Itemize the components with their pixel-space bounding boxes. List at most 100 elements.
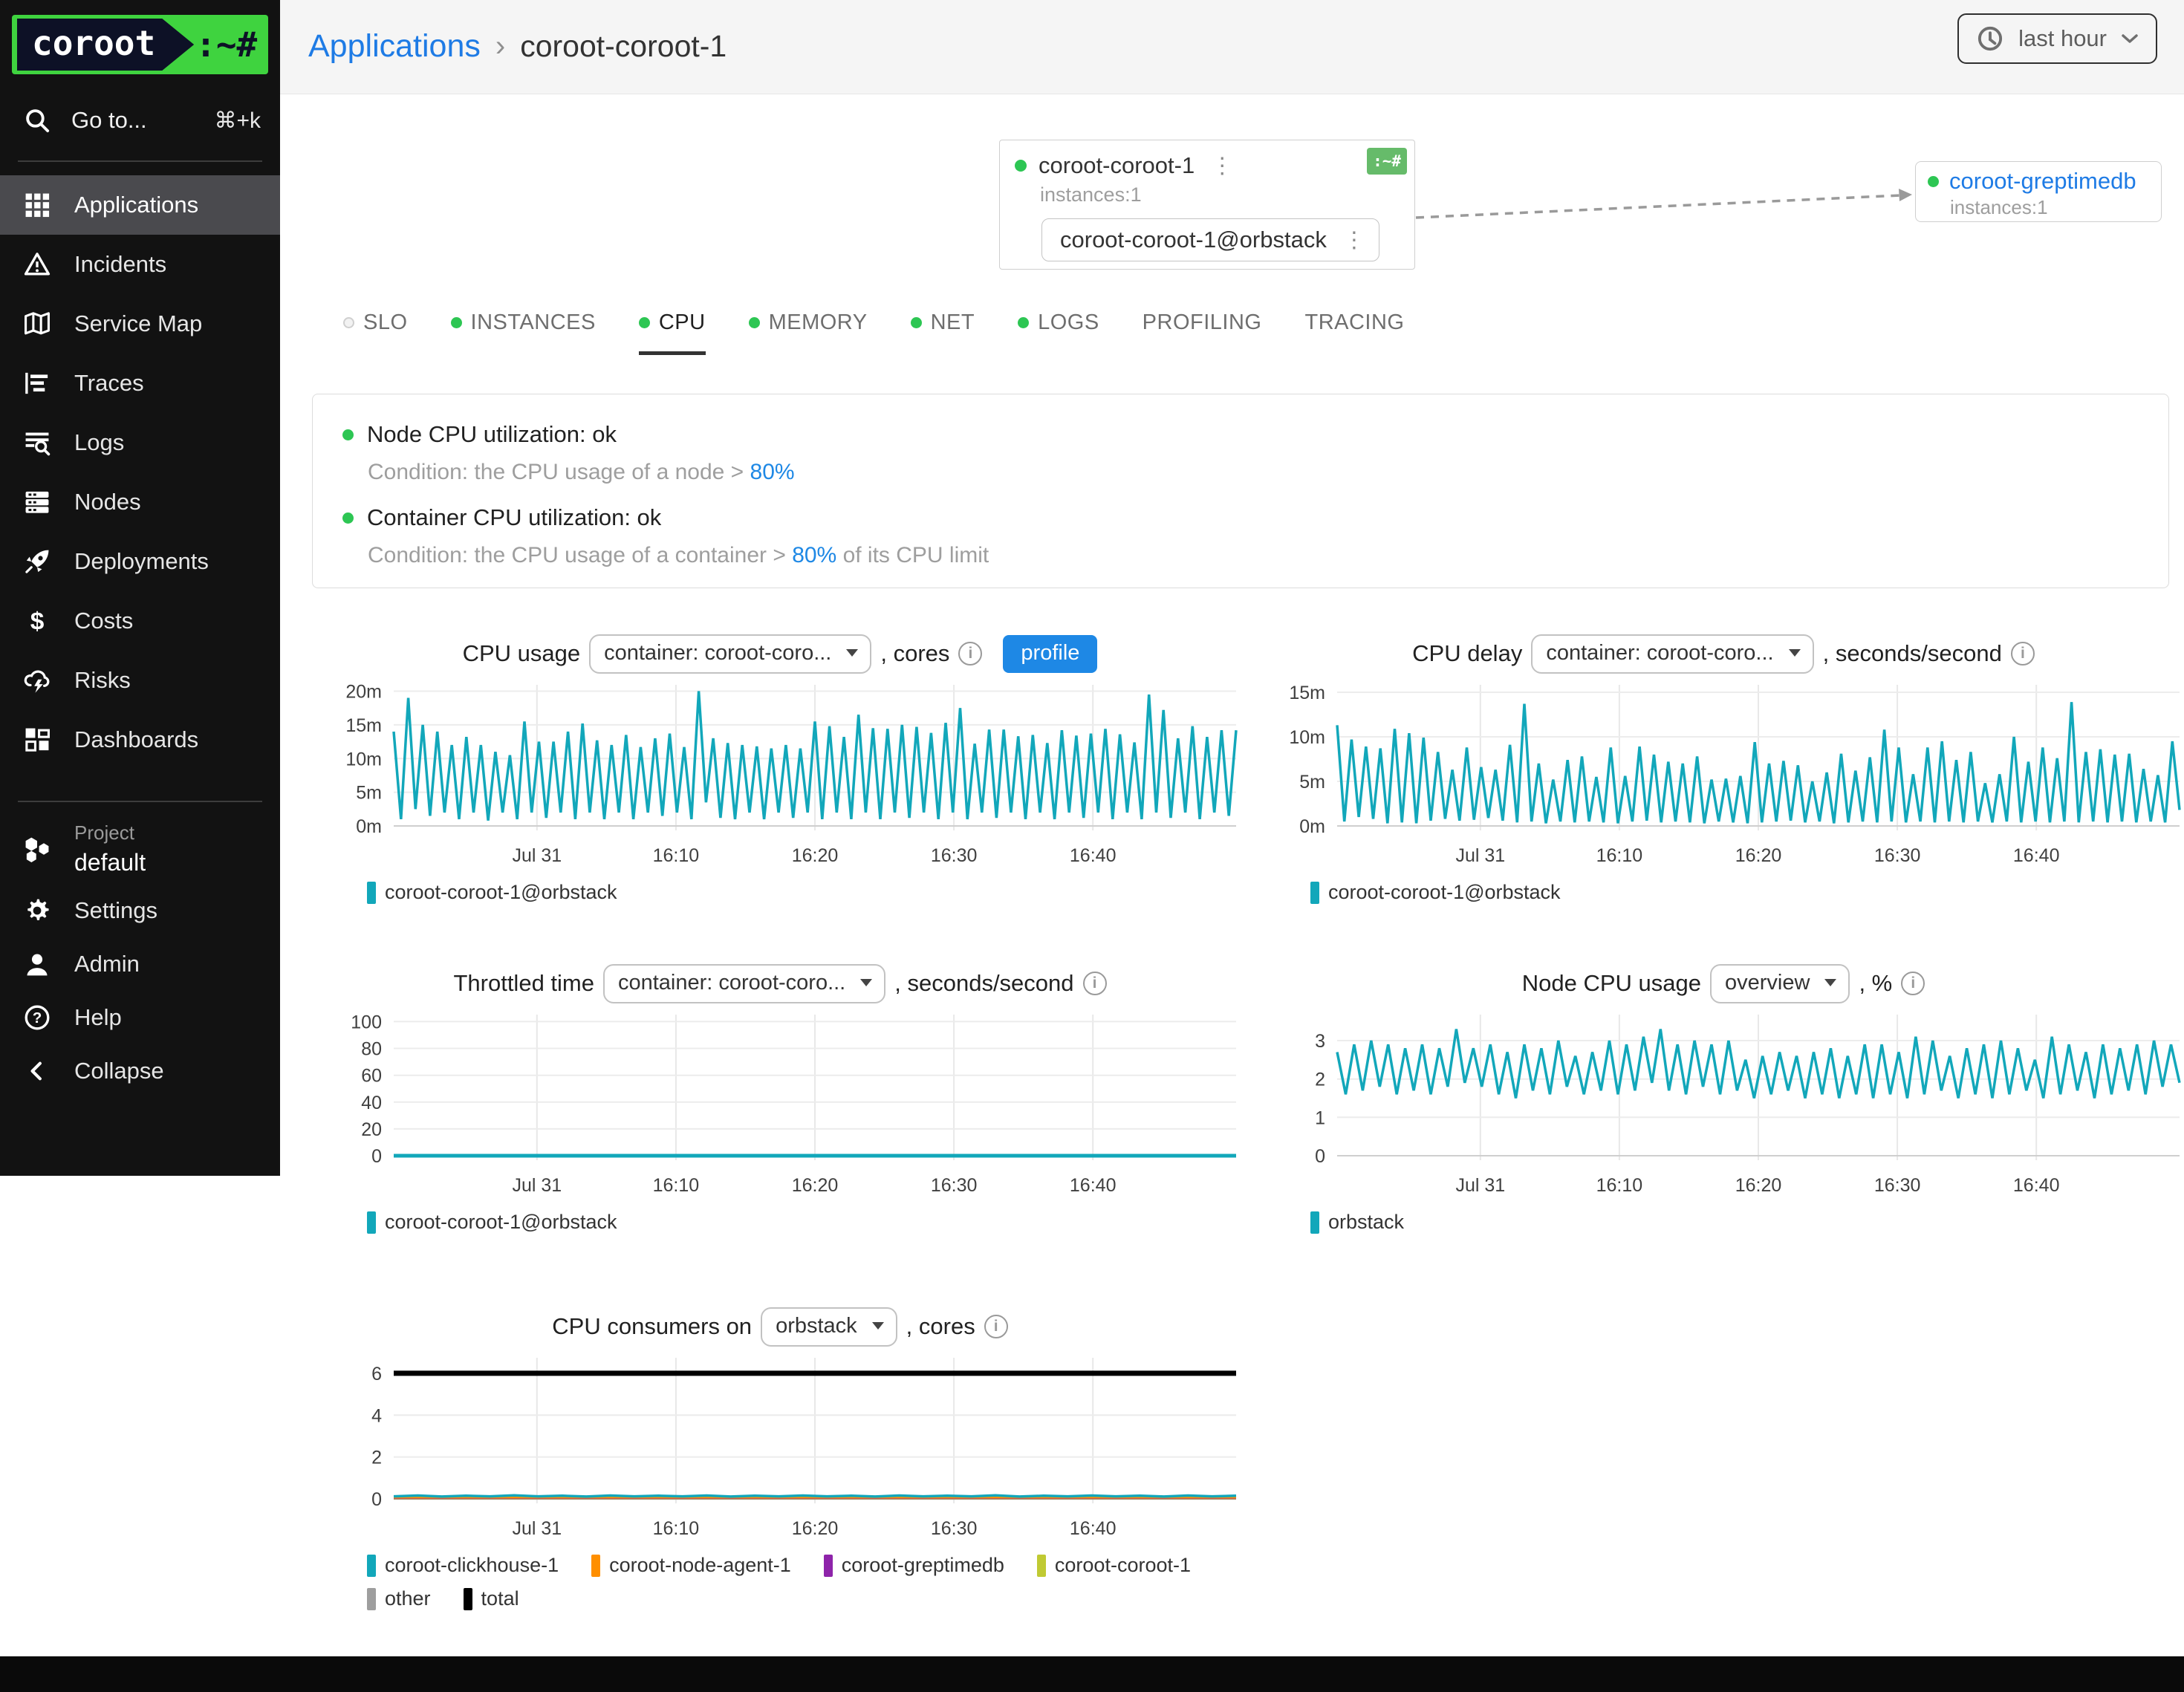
kebab-menu-icon[interactable]: ⋮ bbox=[1206, 153, 1238, 179]
tab-status-dot-gray bbox=[343, 317, 354, 328]
series-selector-dropdown[interactable]: container: coroot-coro... bbox=[589, 634, 871, 674]
sidebar-item-admin[interactable]: Admin bbox=[0, 937, 280, 991]
sidebar-item-nodes[interactable]: Nodes bbox=[0, 472, 280, 532]
check-condition: Condition: the CPU usage of a container … bbox=[368, 543, 2139, 568]
node-selector-dropdown[interactable]: orbstack bbox=[761, 1307, 897, 1347]
legend-item-coroot-clickhouse-1[interactable]: coroot-clickhouse-1 bbox=[367, 1554, 559, 1577]
chart-title: CPU consumers on bbox=[552, 1313, 752, 1340]
tab-net[interactable]: NET bbox=[911, 310, 975, 355]
sidebar-item-incidents[interactable]: Incidents bbox=[0, 235, 280, 294]
svg-text:16:20: 16:20 bbox=[1735, 1175, 1782, 1196]
svg-text:15m: 15m bbox=[345, 715, 382, 736]
tab-label: LOGS bbox=[1038, 310, 1099, 335]
series-selector-dropdown[interactable]: container: coroot-coro... bbox=[1531, 634, 1813, 674]
tab-memory[interactable]: MEMORY bbox=[749, 310, 868, 355]
tab-tracing[interactable]: TRACING bbox=[1304, 310, 1404, 355]
condition-text: Condition: the CPU usage of a node > bbox=[368, 460, 750, 484]
breadcrumb-applications-link[interactable]: Applications bbox=[308, 28, 481, 65]
series-selector-dropdown[interactable]: container: coroot-coro... bbox=[603, 964, 885, 1003]
tab-slo[interactable]: SLO bbox=[343, 310, 408, 355]
instances-count: instances:1 bbox=[1040, 183, 1400, 206]
legend-item-total[interactable]: total bbox=[464, 1587, 519, 1610]
time-range-label: last hour bbox=[2018, 25, 2107, 52]
tab-status-dot-green bbox=[639, 317, 650, 328]
sidebar: coroot :~# Go to... ⌘+k Applications Inci… bbox=[0, 0, 280, 1176]
admin-user-icon bbox=[22, 949, 52, 979]
service-map-app-card[interactable]: coroot-coroot-1 ⋮ :~# instances:1 coroot… bbox=[999, 140, 1415, 270]
chart-legend: orbstack bbox=[1310, 1211, 2184, 1234]
sidebar-item-risks[interactable]: Risks bbox=[0, 651, 280, 710]
chart-plot: Jul 3116:1016:2016:3016:40020406080100 bbox=[319, 1007, 1241, 1199]
legend-item-orbstack[interactable]: orbstack bbox=[1310, 1211, 1404, 1234]
svg-text:16:30: 16:30 bbox=[931, 845, 978, 866]
svg-text:16:40: 16:40 bbox=[2013, 1175, 2060, 1196]
sidebar-item-traces[interactable]: Traces bbox=[0, 354, 280, 413]
time-range-picker[interactable]: last hour bbox=[1957, 13, 2157, 64]
legend-swatch bbox=[1310, 1211, 1319, 1234]
svg-text:6: 6 bbox=[371, 1364, 382, 1384]
status-dot-green bbox=[1015, 160, 1027, 172]
legend-swatch bbox=[367, 1555, 376, 1577]
sidebar-item-project[interactable]: Project default bbox=[0, 802, 280, 884]
legend-swatch bbox=[367, 882, 376, 904]
info-icon[interactable]: i bbox=[2011, 642, 2035, 666]
caret-down-icon bbox=[1789, 649, 1801, 657]
service-map-icon bbox=[22, 309, 52, 339]
sidebar-item-collapse[interactable]: Collapse bbox=[0, 1044, 280, 1098]
sidebar-item-logs[interactable]: Logs bbox=[0, 413, 280, 472]
settings-gear-icon bbox=[22, 896, 52, 925]
legend-item-other[interactable]: other bbox=[367, 1587, 431, 1610]
tab-status-dot-green bbox=[911, 317, 922, 328]
breadcrumb-current: coroot-coroot-1 bbox=[520, 29, 727, 64]
sidebar-item-applications[interactable]: Applications bbox=[0, 175, 280, 235]
dashboards-icon bbox=[22, 725, 52, 755]
legend-item-coroot-coroot-1-orbstack[interactable]: coroot-coroot-1@orbstack bbox=[367, 881, 617, 904]
info-icon[interactable]: i bbox=[1901, 972, 1925, 995]
svg-text:16:40: 16:40 bbox=[1070, 845, 1117, 866]
legend-item-coroot-node-agent-1[interactable]: coroot-node-agent-1 bbox=[591, 1554, 791, 1577]
svg-text:?: ? bbox=[33, 1009, 42, 1026]
svg-text:16:10: 16:10 bbox=[1596, 845, 1643, 866]
sidebar-item-label: Applications bbox=[74, 192, 198, 218]
coroot-badge: :~# bbox=[1367, 148, 1407, 175]
legend-item-coroot-greptimedb[interactable]: coroot-greptimedb bbox=[824, 1554, 1004, 1577]
tab-logs[interactable]: LOGS bbox=[1018, 310, 1099, 355]
tab-instances[interactable]: INSTANCES bbox=[451, 310, 596, 355]
info-icon[interactable]: i bbox=[1083, 972, 1107, 995]
legend-swatch bbox=[367, 1588, 376, 1610]
chart-title: CPU usage bbox=[463, 640, 581, 667]
legend-item-coroot-coroot-1-orbstack[interactable]: coroot-coroot-1@orbstack bbox=[367, 1211, 617, 1234]
legend-item-coroot-coroot-1[interactable]: coroot-coroot-1 bbox=[1037, 1554, 1191, 1577]
info-icon[interactable]: i bbox=[984, 1315, 1008, 1338]
sidebar-item-costs[interactable]: $Costs bbox=[0, 591, 280, 651]
info-icon[interactable]: i bbox=[958, 642, 982, 666]
tab-profiling[interactable]: PROFILING bbox=[1143, 310, 1262, 355]
chart-cpu-usage: CPU usage container: coroot-coro... , co… bbox=[319, 633, 1241, 904]
goto-label: Go to... bbox=[71, 107, 195, 134]
goto-search[interactable]: Go to... ⌘+k bbox=[22, 105, 261, 135]
app-name: coroot-coroot-1 bbox=[1039, 152, 1195, 179]
project-name: default bbox=[74, 849, 146, 876]
check-title: Container CPU utilization: ok bbox=[367, 504, 661, 531]
upstream-app-link[interactable]: coroot-greptimedb bbox=[1949, 168, 2136, 195]
sidebar-item-settings[interactable]: Settings bbox=[0, 884, 280, 937]
threshold-link[interactable]: 80% bbox=[792, 543, 836, 567]
sidebar-item-label: Incidents bbox=[74, 251, 166, 278]
legend-item-coroot-coroot-1-orbstack[interactable]: coroot-coroot-1@orbstack bbox=[1310, 881, 1561, 904]
deployments-rocket-icon bbox=[22, 547, 52, 576]
profile-button[interactable]: profile bbox=[1003, 635, 1097, 673]
sidebar-item-deployments[interactable]: Deployments bbox=[0, 532, 280, 591]
sidebar-item-dashboards[interactable]: Dashboards bbox=[0, 710, 280, 769]
threshold-link[interactable]: 80% bbox=[750, 460, 795, 484]
series-selector-dropdown[interactable]: overview bbox=[1710, 964, 1850, 1003]
sidebar-item-label: Collapse bbox=[74, 1058, 164, 1084]
status-dot-green bbox=[1928, 176, 1939, 187]
coroot-logo[interactable]: coroot :~# bbox=[12, 15, 268, 74]
sidebar-item-help[interactable]: ?Help bbox=[0, 991, 280, 1044]
service-map-upstream-card[interactable]: coroot-greptimedb instances:1 bbox=[1915, 161, 2162, 222]
tab-cpu[interactable]: CPU bbox=[639, 310, 706, 355]
instance-chip[interactable]: coroot-coroot-1@orbstack ⋮ bbox=[1041, 218, 1379, 261]
sidebar-item-service-map[interactable]: Service Map bbox=[0, 294, 280, 354]
kebab-menu-icon[interactable]: ⋮ bbox=[1339, 227, 1370, 253]
nodes-icon bbox=[22, 487, 52, 517]
